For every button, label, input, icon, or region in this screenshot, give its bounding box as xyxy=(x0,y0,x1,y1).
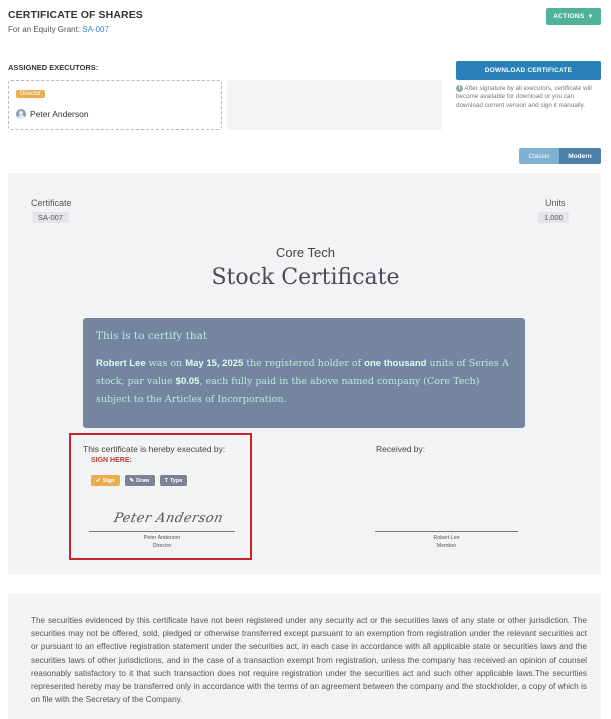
holder-name: Robert Lee xyxy=(96,358,146,369)
actions-button[interactable]: ACTIONS ▼ xyxy=(546,8,601,25)
actions-label: ACTIONS xyxy=(553,13,585,20)
empty-executor-slot xyxy=(227,80,442,130)
view-toggle: Classic Modern xyxy=(519,148,601,164)
par-value: $0.05 xyxy=(175,376,200,387)
caret-down-icon: ▼ xyxy=(587,13,594,20)
receiver-name: Robert Lee xyxy=(433,535,460,541)
receiver-signature-line xyxy=(375,531,518,532)
units-label: Units xyxy=(545,198,566,208)
executor-name: Peter Anderson xyxy=(30,109,89,119)
download-note-text: After signature by all executors, certif… xyxy=(456,85,592,109)
certify-text-1: was on xyxy=(145,358,186,369)
toggle-classic[interactable]: Classic xyxy=(519,148,559,164)
sign-highlight-box xyxy=(69,433,252,560)
grant-link[interactable]: SA-007 xyxy=(82,25,109,34)
info-icon: i xyxy=(456,85,463,92)
receiver-role: Member xyxy=(436,543,457,549)
certificate-number: SA-007 xyxy=(32,212,70,223)
executor-person: Peter Anderson xyxy=(16,109,89,119)
page-subtitle: For an Equity Grant: SA-007 xyxy=(8,25,109,34)
certificate-title: Stock Certificate xyxy=(211,265,400,290)
subtitle-prefix: For an Equity Grant: xyxy=(8,25,81,34)
legal-legend: The securities evidenced by this certifi… xyxy=(8,594,601,719)
company-name: Core Tech xyxy=(275,245,335,260)
units-value: 1,000 xyxy=(538,212,569,223)
certify-heading: This is to certify that xyxy=(96,330,208,342)
page-title: CERTIFICATE OF SHARES xyxy=(8,9,143,21)
download-certificate-button[interactable]: DOWNLOAD CERTIFICATE xyxy=(456,61,601,80)
executor-card[interactable]: Director Peter Anderson xyxy=(8,80,222,130)
quantity-words: one thousand xyxy=(364,358,427,369)
certificate-label: Certificate xyxy=(31,198,72,208)
role-badge: Director xyxy=(16,90,46,98)
issue-date: May 15, 2025 xyxy=(185,358,244,369)
assigned-executors-label: ASSIGNED EXECUTORS: xyxy=(8,63,99,72)
received-by-label: Received by: xyxy=(376,444,426,454)
certify-box: This is to certify that Robert Lee was o… xyxy=(83,318,525,428)
user-avatar-icon xyxy=(16,109,26,119)
certify-body: Robert Lee was on May 15, 2025 the regis… xyxy=(96,355,512,409)
download-note: i After signature by all executors, cert… xyxy=(456,85,601,110)
toggle-modern[interactable]: Modern xyxy=(559,148,601,164)
certify-text-2: the registered holder of xyxy=(243,358,365,369)
